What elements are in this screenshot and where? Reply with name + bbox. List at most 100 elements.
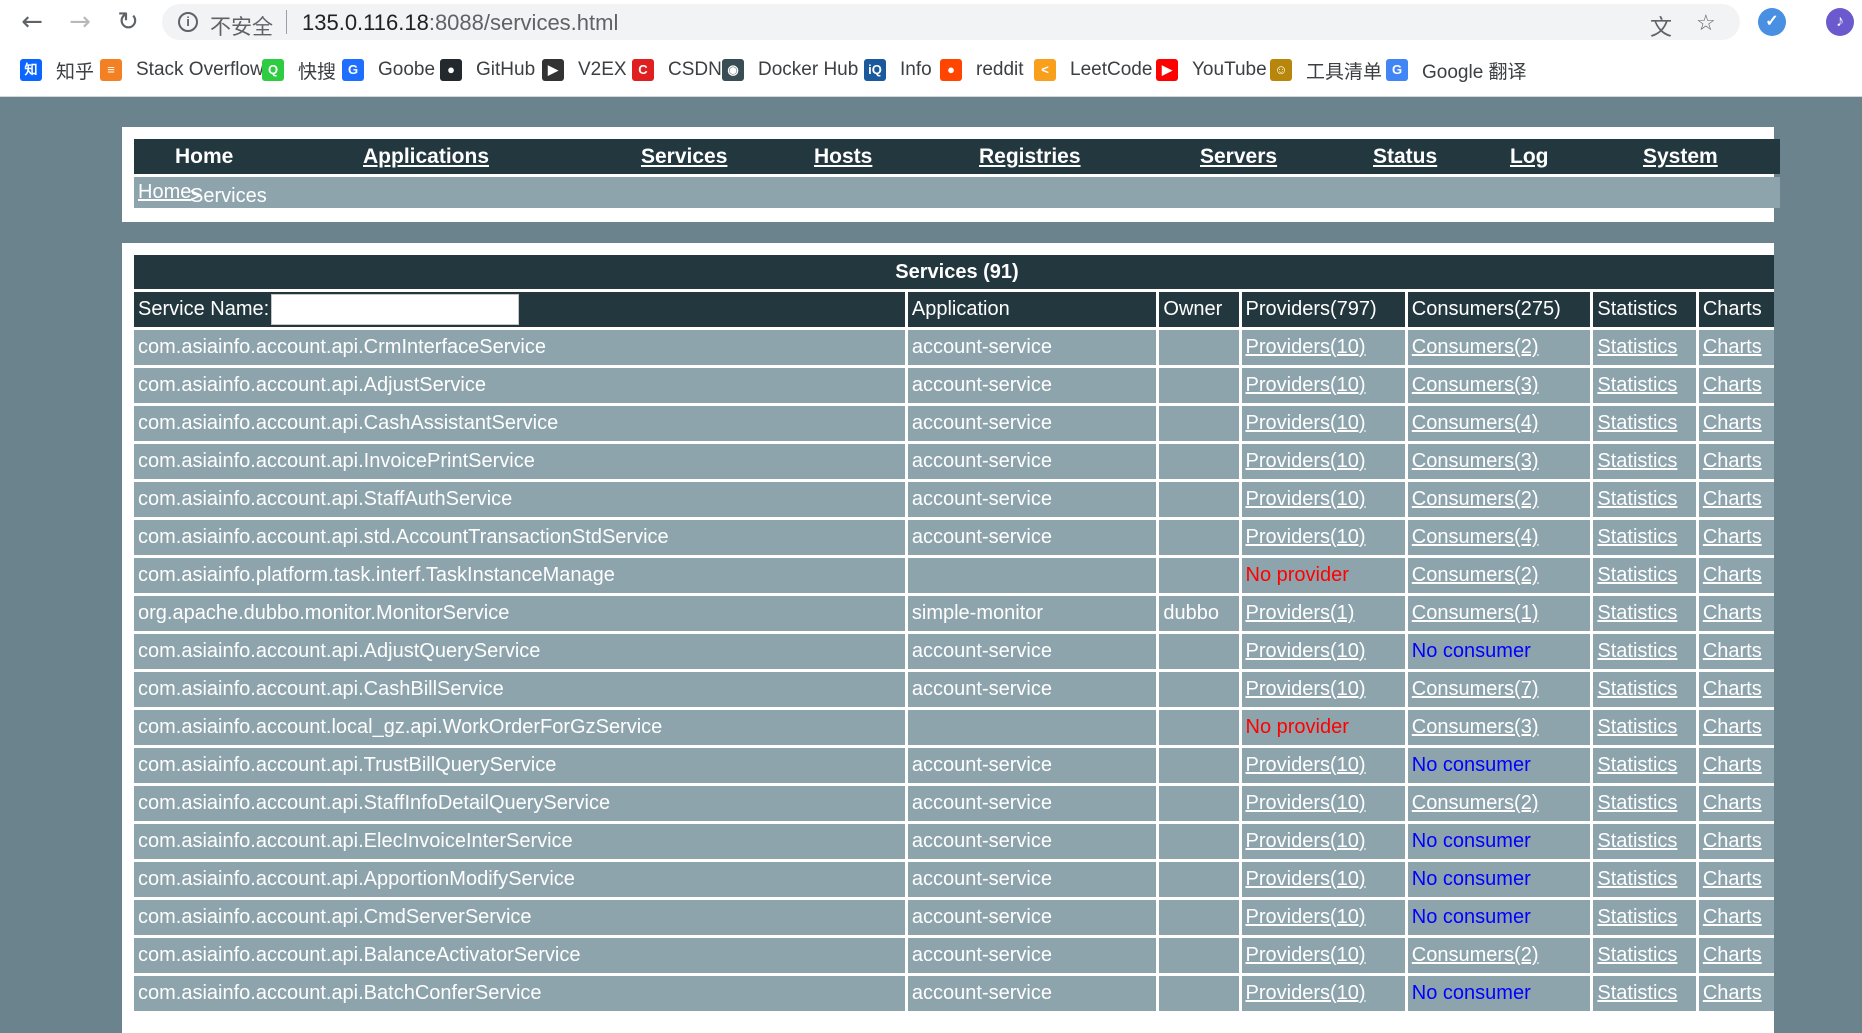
bookmark-dockerhub[interactable]: ◉ Docker Hub bbox=[722, 57, 858, 83]
providers-cell-link[interactable]: Providers(10) bbox=[1246, 374, 1366, 396]
statistics-cell-link[interactable]: Statistics bbox=[1597, 830, 1677, 852]
statistics-cell-link[interactable]: Statistics bbox=[1597, 754, 1677, 776]
menu-status[interactable]: Status bbox=[1373, 145, 1437, 169]
bookmark-infoq[interactable]: iQ Info bbox=[864, 57, 932, 83]
statistics-cell-link[interactable]: Statistics bbox=[1597, 944, 1677, 966]
menu-services[interactable]: Services bbox=[641, 145, 727, 169]
menu-registries[interactable]: Registries bbox=[979, 145, 1081, 169]
statistics-cell-link[interactable]: Statistics bbox=[1597, 336, 1677, 358]
providers-cell-link[interactable]: Providers(1) bbox=[1246, 602, 1355, 624]
translate-icon[interactable]: 文 bbox=[1650, 10, 1672, 42]
consumers-cell-link[interactable]: Consumers(7) bbox=[1412, 678, 1539, 700]
charts-cell-link[interactable]: Charts bbox=[1703, 868, 1762, 890]
url-text[interactable]: 135.0.116.18:8088/services.html bbox=[302, 10, 618, 36]
menu-home[interactable]: Home bbox=[175, 145, 233, 169]
bookmark-leetcode[interactable]: < LeetCode bbox=[1034, 57, 1152, 83]
forward-arrow-icon[interactable]: → bbox=[64, 6, 96, 38]
menu-log[interactable]: Log bbox=[1510, 145, 1548, 169]
bookmark-kuaisou[interactable]: Q 快搜 bbox=[262, 57, 336, 83]
bookmark-v2ex[interactable]: ▶ V2EX bbox=[542, 57, 627, 83]
bookmark-google-translate[interactable]: G Google 翻译 bbox=[1386, 57, 1527, 83]
consumers-cell-link[interactable]: Consumers(3) bbox=[1412, 450, 1539, 472]
providers-cell-link[interactable]: Providers(10) bbox=[1246, 488, 1366, 510]
statistics-cell-link[interactable]: Statistics bbox=[1597, 678, 1677, 700]
bookmark-stackoverflow[interactable]: ≡ Stack Overflow bbox=[100, 57, 264, 83]
consumers-cell-link[interactable]: Consumers(3) bbox=[1412, 374, 1539, 396]
providers-cell-link[interactable]: Providers(10) bbox=[1246, 754, 1366, 776]
charts-cell-link[interactable]: Charts bbox=[1703, 336, 1762, 358]
statistics-cell-link[interactable]: Statistics bbox=[1597, 716, 1677, 738]
consumers-cell-link[interactable]: Consumers(2) bbox=[1412, 488, 1539, 510]
breadcrumb-home[interactable]: Home bbox=[138, 181, 191, 204]
reload-icon[interactable]: ↻ bbox=[112, 6, 144, 38]
statistics-cell-link[interactable]: Statistics bbox=[1597, 450, 1677, 472]
statistics-cell-link[interactable]: Statistics bbox=[1597, 602, 1677, 624]
charts-cell-link[interactable]: Charts bbox=[1703, 830, 1762, 852]
star-bookmark-icon[interactable]: ☆ bbox=[1696, 10, 1716, 36]
providers-cell-link[interactable]: Providers(10) bbox=[1246, 336, 1366, 358]
consumers-cell-link[interactable]: Consumers(2) bbox=[1412, 336, 1539, 358]
charts-cell-link[interactable]: Charts bbox=[1703, 640, 1762, 662]
bookmark-goobe[interactable]: G Goobe bbox=[342, 57, 435, 83]
providers-cell-link[interactable]: Providers(10) bbox=[1246, 868, 1366, 890]
providers-cell-link[interactable]: Providers(10) bbox=[1246, 830, 1366, 852]
statistics-cell-link[interactable]: Statistics bbox=[1597, 906, 1677, 928]
statistics-cell-link[interactable]: Statistics bbox=[1597, 564, 1677, 586]
providers-cell-link[interactable]: Providers(10) bbox=[1246, 412, 1366, 434]
consumers-cell-link[interactable]: Consumers(1) bbox=[1412, 602, 1539, 624]
menu-applications[interactable]: Applications bbox=[363, 145, 489, 169]
charts-cell-link[interactable]: Charts bbox=[1703, 412, 1762, 434]
providers-cell-link[interactable]: Providers(10) bbox=[1246, 982, 1366, 1004]
statistics-cell-link[interactable]: Statistics bbox=[1597, 868, 1677, 890]
charts-cell-link[interactable]: Charts bbox=[1703, 602, 1762, 624]
bookmark-toolkit[interactable]: ☺ 工具清单 bbox=[1270, 57, 1382, 83]
charts-cell-link[interactable]: Charts bbox=[1703, 944, 1762, 966]
charts-cell-link[interactable]: Charts bbox=[1703, 526, 1762, 548]
consumers-cell-link[interactable]: Consumers(3) bbox=[1412, 716, 1539, 738]
menu-servers[interactable]: Servers bbox=[1200, 145, 1277, 169]
address-bar[interactable]: i 不安全 135.0.116.18:8088/services.html 文 … bbox=[162, 4, 1740, 40]
consumers-cell-link[interactable]: Consumers(4) bbox=[1412, 526, 1539, 548]
bookmark-youtube[interactable]: ▶ YouTube bbox=[1156, 57, 1267, 83]
info-icon[interactable]: i bbox=[178, 12, 198, 32]
charts-cell-link[interactable]: Charts bbox=[1703, 678, 1762, 700]
charts-cell-link[interactable]: Charts bbox=[1703, 716, 1762, 738]
consumers-cell-link[interactable]: Consumers(2) bbox=[1412, 792, 1539, 814]
statistics-cell-link[interactable]: Statistics bbox=[1597, 412, 1677, 434]
bookmark-github[interactable]: ● GitHub bbox=[440, 57, 535, 83]
statistics-cell-link[interactable]: Statistics bbox=[1597, 982, 1677, 1004]
application-cell: account-service bbox=[907, 748, 1157, 783]
charts-cell-link[interactable]: Charts bbox=[1703, 450, 1762, 472]
charts-cell-link[interactable]: Charts bbox=[1703, 754, 1762, 776]
extension-check-icon[interactable]: ✓ bbox=[1758, 8, 1786, 36]
statistics-cell-link[interactable]: Statistics bbox=[1597, 526, 1677, 548]
back-arrow-icon[interactable]: ← bbox=[16, 6, 48, 38]
consumers-cell-link[interactable]: Consumers(2) bbox=[1412, 944, 1539, 966]
menu-system[interactable]: System bbox=[1643, 145, 1718, 169]
providers-cell-link[interactable]: Providers(10) bbox=[1246, 678, 1366, 700]
consumers-cell-link[interactable]: Consumers(2) bbox=[1412, 564, 1539, 586]
charts-cell-link[interactable]: Charts bbox=[1703, 564, 1762, 586]
providers-cell-link[interactable]: Providers(10) bbox=[1246, 526, 1366, 548]
charts-cell-link[interactable]: Charts bbox=[1703, 792, 1762, 814]
consumers-cell-link[interactable]: Consumers(4) bbox=[1412, 412, 1539, 434]
providers-cell-link[interactable]: Providers(10) bbox=[1246, 906, 1366, 928]
statistics-cell-link[interactable]: Statistics bbox=[1597, 374, 1677, 396]
statistics-cell-link[interactable]: Statistics bbox=[1597, 488, 1677, 510]
bookmark-zhihu[interactable]: 知知乎 bbox=[20, 57, 94, 83]
menu-hosts[interactable]: Hosts bbox=[814, 145, 872, 169]
providers-cell-link[interactable]: Providers(10) bbox=[1246, 450, 1366, 472]
statistics-cell-link[interactable]: Statistics bbox=[1597, 640, 1677, 662]
charts-cell-link[interactable]: Charts bbox=[1703, 374, 1762, 396]
bookmark-csdn[interactable]: C CSDN bbox=[632, 57, 722, 83]
charts-cell-link[interactable]: Charts bbox=[1703, 488, 1762, 510]
statistics-cell-link[interactable]: Statistics bbox=[1597, 792, 1677, 814]
providers-cell-link[interactable]: Providers(10) bbox=[1246, 944, 1366, 966]
providers-cell-link[interactable]: Providers(10) bbox=[1246, 640, 1366, 662]
profile-avatar-icon[interactable]: ♪ bbox=[1826, 8, 1854, 36]
bookmark-reddit[interactable]: ● reddit bbox=[940, 57, 1024, 83]
charts-cell-link[interactable]: Charts bbox=[1703, 906, 1762, 928]
charts-cell-link[interactable]: Charts bbox=[1703, 982, 1762, 1004]
providers-cell-link[interactable]: Providers(10) bbox=[1246, 792, 1366, 814]
service-name-search-input[interactable] bbox=[271, 294, 520, 325]
